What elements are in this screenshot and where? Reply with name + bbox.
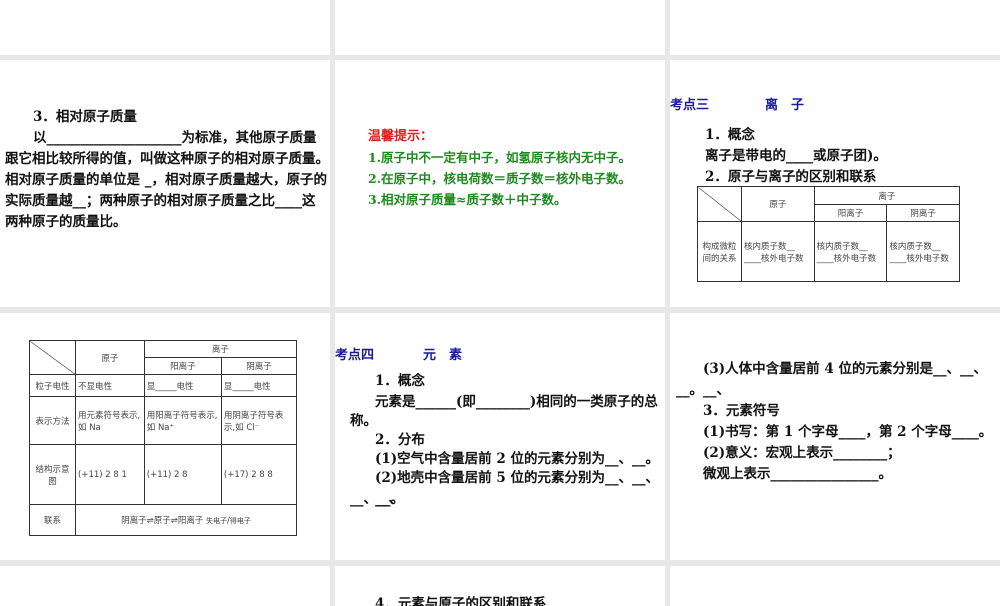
slide-thumb-top-2[interactable] (335, 0, 665, 55)
anion-structure-diagram: (+17) 2 8 8 (220, 444, 298, 505)
line: __、__。 (350, 491, 404, 507)
heading: 3．元素符号 (703, 403, 780, 419)
topic-title: 离 子 (765, 98, 805, 113)
cell: 用元素符号表示,如 Na (75, 396, 145, 445)
header-atom: 原子 (741, 186, 815, 222)
heading: 3．相对原子质量 (33, 109, 137, 125)
slide-thumb-bottom-3[interactable] (670, 566, 1000, 606)
line: 元素是______(即________)相同的一类原子的总 (375, 394, 658, 410)
line: 实际质量越__；两种原子的相对原子质量之比____这 (5, 193, 316, 209)
heading: 2．分布 (375, 432, 425, 448)
section-label: 考点三 (670, 98, 710, 113)
line: (2)地壳中含量居前 5 位的元素分别为__、__、__、 (375, 470, 659, 507)
line: (2)意义：宏观上表示________； (703, 445, 901, 461)
slide-thumb-top-3[interactable] (670, 0, 1000, 55)
line: (1)空气中含量居前 2 位的元素分别为__、__。 (375, 451, 659, 467)
link-text: 阴离子⇌原子⇌阳离子 (121, 516, 204, 526)
header-cation: 阳离子 (813, 204, 888, 222)
line: 相对原子质量的单位是 _，相对原子质量越大，原子的 (5, 172, 327, 188)
tip: 3.相对原子质量≈质子数＋中子数。 (368, 192, 567, 207)
row-label: 表示方法 (29, 396, 76, 445)
line: 两种原子的质量比。 (5, 214, 127, 230)
section-label: 考点四 (335, 348, 375, 363)
line: 称。 (350, 413, 377, 429)
corner-cell (697, 186, 742, 222)
cell: 用阴离子符号表示,如 Cl⁻ (220, 396, 298, 445)
topic-title: 元 素 (423, 348, 463, 363)
header-anion: 阴离子 (220, 357, 298, 375)
lose-electron: 失电子 (206, 517, 228, 525)
slide-relative-atomic-mass[interactable]: 3．相对原子质量 以____________________为标准，其他原子质量… (0, 60, 330, 307)
slide-ions[interactable]: 考点三 离 子 1．概念 离子是带电的____或原子团)。 2．原子与离子的区别… (670, 60, 1000, 307)
gain-electron: 得电子 (229, 517, 251, 525)
cation-structure-diagram: (+11) 2 8 (143, 444, 222, 505)
cell: 核内质子数__ ____核外电子数 (813, 221, 888, 282)
tip: 1.原子中不一定有中子，如氢原子核内无中子。 (368, 150, 632, 165)
cell: 显_____电性 (220, 374, 298, 397)
cell: 不显电性 (75, 374, 145, 397)
heading: 1．概念 (375, 373, 425, 389)
line: 离子是带电的____或原子团)。 (705, 148, 887, 164)
row-label: 构成微粒间的关系 (697, 221, 742, 282)
row-label: 联系 (29, 504, 76, 536)
row-label: 结构示意图 (29, 444, 76, 505)
tip: 2.在原子中，核电荷数＝质子数＝核外电子数。 (368, 171, 632, 186)
row-label: 粒子电性 (29, 374, 76, 397)
cell: 核内质子数__ ____核外电子数 (886, 221, 960, 282)
slide-tips[interactable]: 温馨提示： 1.原子中不一定有中子，如氢原子核内无中子。 2.在原子中，核电荷数… (335, 60, 665, 307)
slide-thumb-top-1[interactable] (0, 0, 330, 55)
slide-elements[interactable]: 考点四 元 素 1．概念 元素是______(即________)相同的一类原子… (335, 313, 665, 560)
header-ion: 离子 (813, 186, 961, 205)
line: 以____________________为标准，其他原子质量 (33, 130, 317, 146)
atom-structure-diagram: (+11) 2 8 1 (75, 444, 145, 505)
slide-element-symbols[interactable]: (3)人体中含量居前 4 位的元素分别是__、__、__、 __。 3．元素符号… (670, 313, 1000, 560)
cell: 用阳离子符号表示,如 Na⁺ (143, 396, 222, 445)
line: (1)书写：第 1 个字母____，第 2 个字母____。 (703, 424, 993, 440)
line: __。 (676, 382, 703, 398)
heading: 1．概念 (705, 127, 755, 143)
cell: 显_____电性 (143, 374, 222, 397)
atom-ion-table: 原子 离子 阳离子 阴离子 粒子电性 不显电性 显_____电性 显_____电性 表示方… (29, 340, 298, 536)
heading: 4．元素与原子的区别和联系 (375, 596, 547, 606)
ion-table: 原子 离子 阳离子 阴离子 构成微粒间的关系 核内质子数__ ____核外电子数 核内质… (697, 186, 961, 282)
line: (3)人体中含量居前 4 位的元素分别是__、__、__、 (703, 361, 987, 398)
header-atom: 原子 (75, 340, 145, 375)
header-anion: 阴离子 (886, 204, 960, 222)
header-cation: 阳离子 (143, 357, 222, 375)
cell: 核内质子数__ ____核外电子数 (741, 221, 815, 282)
line: 跟它相比较所得的值，叫做这种原子的相对原子质量。 (5, 151, 329, 167)
corner-cell (29, 340, 76, 375)
slide-thumb-bottom-1[interactable] (0, 566, 330, 606)
line: 微观上表示________________。 (703, 466, 892, 482)
heading: 2．原子与离子的区别和联系 (705, 169, 877, 185)
header-ion: 离子 (143, 340, 298, 358)
tips-title: 温馨提示： (368, 129, 434, 144)
slide-thumb-bottom-2[interactable]: 4．元素与原子的区别和联系 (335, 566, 665, 606)
link-cell: 阴离子⇌原子⇌阳离子 失电子/得电子 (75, 504, 297, 536)
slide-atom-ion-table[interactable]: 原子 离子 阳离子 阴离子 粒子电性 不显电性 显_____电性 显_____电性 表示方… (0, 313, 330, 560)
